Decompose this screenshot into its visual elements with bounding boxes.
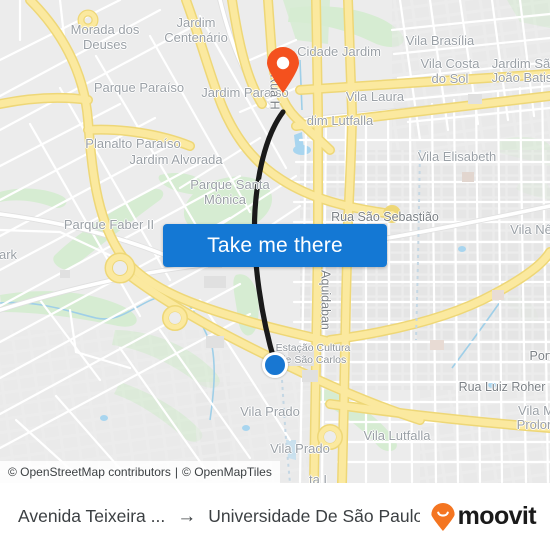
- route-destination-label: Universidade De São Paulo - C...: [208, 506, 420, 526]
- moovit-pin-icon: [431, 502, 455, 531]
- route-summary[interactable]: Avenida Teixeira ... → Universidade De S…: [18, 506, 420, 527]
- moovit-logo[interactable]: moovit: [420, 502, 537, 531]
- take-me-there-button[interactable]: Take me there: [163, 224, 387, 267]
- origin-dot[interactable]: [262, 352, 288, 378]
- moovit-route-screen: Morada dos Deuses Jardim Centenário Cidade…: [0, 0, 550, 550]
- moovit-wordmark: moovit: [457, 502, 537, 530]
- openmaptiles-attribution-link[interactable]: © OpenMapTiles: [182, 465, 272, 479]
- map-canvas[interactable]: Morada dos Deuses Jardim Centenário Cidade…: [0, 0, 550, 483]
- osm-attribution-link[interactable]: © OpenStreetMap contributors: [8, 465, 171, 479]
- route-origin-label: Avenida Teixeira ...: [18, 506, 166, 526]
- destination-pin[interactable]: [266, 47, 300, 93]
- attribution-separator: |: [174, 465, 179, 479]
- route-bottom-bar: Avenida Teixeira ... → Universidade De S…: [0, 483, 550, 550]
- arrow-right-icon: →: [177, 506, 197, 527]
- map-attribution: © OpenStreetMap contributors | © OpenMap…: [0, 461, 280, 483]
